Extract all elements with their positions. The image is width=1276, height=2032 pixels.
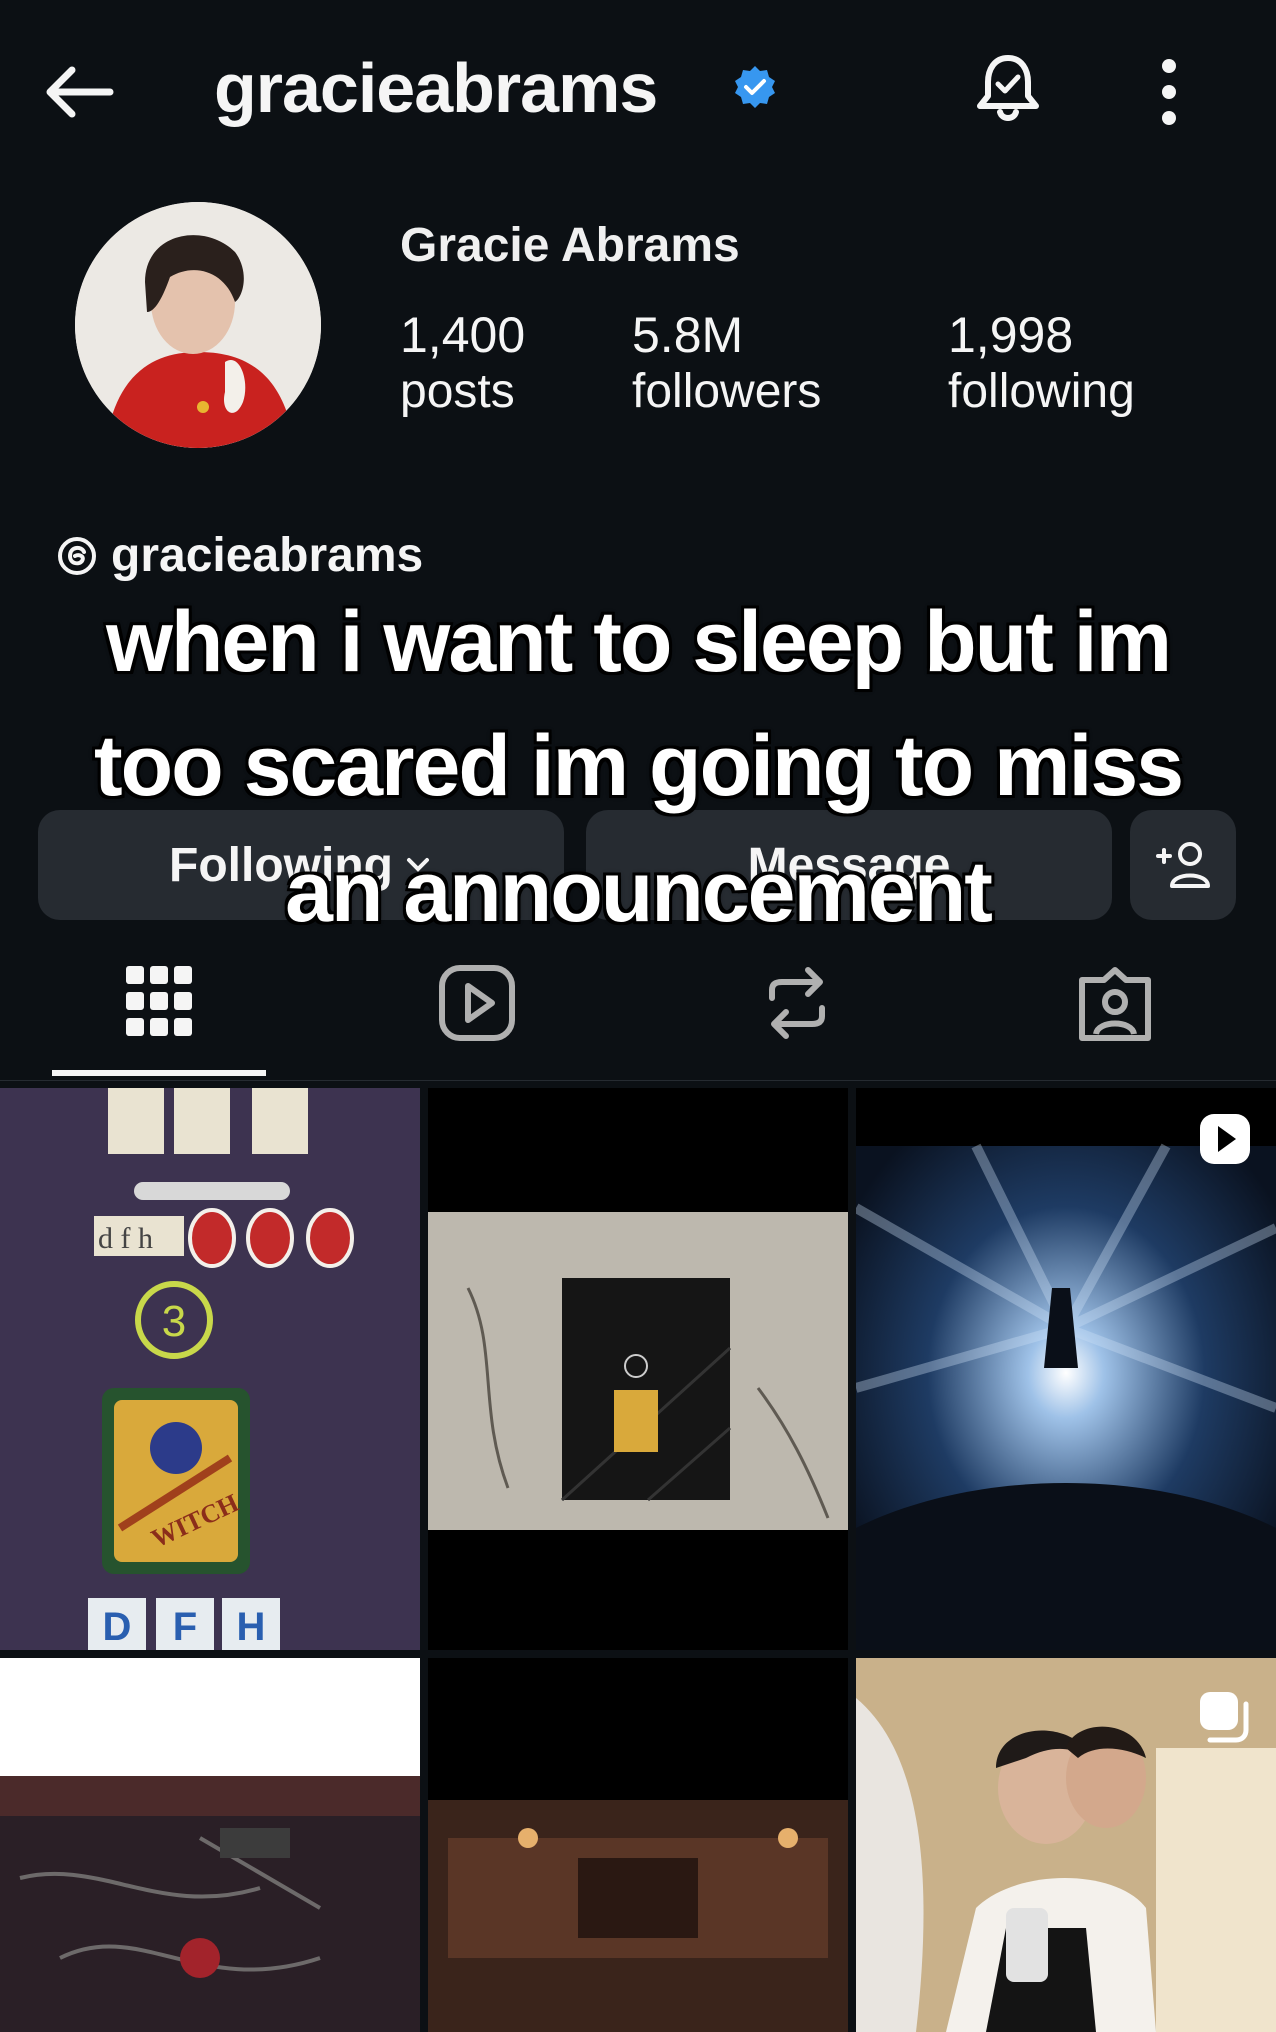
- active-tab-indicator: [52, 1070, 266, 1076]
- grid-icon[interactable]: [114, 958, 204, 1048]
- grid-post-6[interactable]: [856, 1658, 1276, 2032]
- following-count: 1,998: [948, 307, 1074, 363]
- posts-count: 1,400: [400, 307, 526, 363]
- tiles-top-text: d f h: [98, 1222, 153, 1255]
- tagged-icon[interactable]: [1070, 958, 1160, 1048]
- grid-post-1[interactable]: d f h 3 WITCH D F H: [0, 1088, 420, 1650]
- grid-post-4[interactable]: [0, 1658, 420, 2032]
- threads-link[interactable]: gracieabrams: [55, 528, 423, 583]
- carousel-indicator-icon: [1200, 1692, 1249, 1743]
- following-stat[interactable]: 1,998 following: [948, 306, 1135, 419]
- reposts-icon[interactable]: [752, 958, 842, 1048]
- threads-handle: gracieabrams: [111, 529, 424, 582]
- notification-bell-icon[interactable]: [970, 50, 1046, 126]
- threads-icon: [58, 536, 96, 575]
- following-label: following: [948, 365, 1135, 418]
- tab-divider: [0, 1080, 1276, 1081]
- posts-label: posts: [400, 365, 515, 418]
- tile-h: H: [237, 1605, 266, 1649]
- grid-post-5[interactable]: [428, 1658, 848, 2032]
- verified-badge-icon: [735, 66, 775, 108]
- grid-post-2[interactable]: [428, 1088, 848, 1650]
- back-arrow-icon[interactable]: [40, 52, 120, 132]
- followers-count: 5.8M: [632, 307, 744, 363]
- caption-line-1: when i want to sleep but im: [105, 594, 1172, 690]
- card-number: 3: [162, 1297, 186, 1346]
- more-options-icon[interactable]: [1148, 52, 1190, 132]
- profile-display-name: Gracie Abrams: [400, 219, 740, 272]
- reel-indicator-icon: [1200, 1114, 1250, 1164]
- posts-stat: 1,400 posts: [400, 306, 525, 419]
- grid-post-3[interactable]: [856, 1088, 1276, 1650]
- reels-icon[interactable]: [432, 958, 522, 1048]
- tile-d: D: [103, 1605, 132, 1649]
- caption-line-3: an announcement: [285, 844, 993, 940]
- tile-f: F: [173, 1605, 197, 1649]
- followers-label: followers: [632, 365, 822, 418]
- followers-stat[interactable]: 5.8M followers: [632, 306, 821, 419]
- profile-avatar[interactable]: [75, 202, 321, 448]
- caption-line-2: too scared im going to miss: [93, 718, 1184, 814]
- profile-username: gracieabrams: [214, 49, 658, 127]
